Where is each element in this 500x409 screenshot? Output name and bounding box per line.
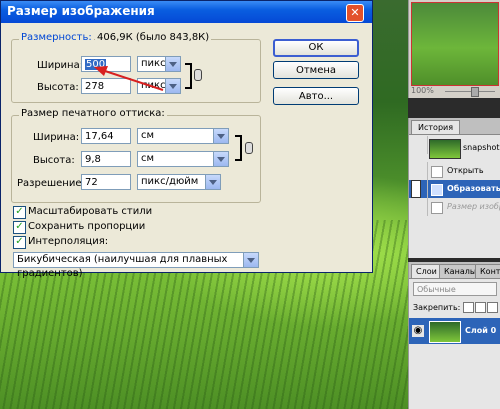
snapshot-thumbnail (429, 139, 461, 159)
layers-panel: Слои Каналы Конт Обычные Закрепить: ◉ Сл… (408, 262, 500, 409)
layer-name: Слой 0 (465, 326, 497, 335)
lock-position-icon[interactable] (487, 302, 498, 313)
resolution-unit-select[interactable]: пикс/дюйм (137, 174, 221, 190)
pixel-dimensions-group (11, 39, 261, 103)
width-label: Ширина: (37, 60, 84, 71)
doc-height-unit: см (141, 153, 155, 164)
history-item-label: Образовать (447, 184, 500, 193)
history-snapshot[interactable]: snapshot2011 (409, 136, 500, 160)
cancel-button[interactable]: Отмена (273, 61, 359, 79)
snapshot-label: snapshot2011 (463, 143, 500, 152)
navigator-thumbnail[interactable] (411, 2, 499, 86)
doc-constrain-bracket (235, 135, 242, 161)
scale-styles-checkbox[interactable]: ✓ (13, 206, 26, 219)
ok-button[interactable]: ОК (273, 39, 359, 57)
resolution-label: Разрешение: (17, 178, 85, 189)
history-tabs: История (409, 118, 500, 135)
tab-paths[interactable]: Конт (475, 264, 500, 278)
width-field[interactable]: 500 (81, 56, 131, 72)
layers-tabs: Слои Каналы Конт (409, 262, 500, 279)
resample-method-select[interactable]: Бикубическая (наилучшая для плавных град… (13, 252, 259, 279)
history-item-label: Размер изображ (447, 202, 500, 211)
link-icon (194, 69, 202, 81)
history-item-label: Открыть (447, 166, 484, 175)
close-icon[interactable]: ✕ (346, 4, 364, 22)
history-source-column[interactable] (409, 136, 428, 154)
doc-height-unit-select[interactable]: см (137, 151, 229, 167)
width-unit-select[interactable]: пикс. (137, 56, 181, 72)
constrain-proportions-checkbox[interactable]: ✓ (13, 221, 26, 234)
history-item-crop[interactable]: Образовать (409, 180, 500, 198)
navigator-panel: 100% (408, 0, 500, 98)
zoom-slider-track[interactable] (445, 91, 495, 92)
document-icon (431, 166, 443, 178)
tab-layers[interactable]: Слои (411, 264, 442, 278)
layer-thumbnail (429, 321, 461, 343)
history-source-column[interactable] (409, 198, 428, 216)
chevron-down-icon[interactable] (205, 175, 220, 189)
history-item-open[interactable]: Открыть (409, 162, 500, 180)
resolution-value: 72 (85, 177, 98, 188)
chevron-down-icon[interactable] (213, 129, 228, 143)
document-icon (431, 202, 443, 214)
document-size-legend: Размер печатного оттиска: (19, 108, 167, 119)
height-field[interactable]: 278 (81, 78, 131, 94)
history-state-slider[interactable] (411, 180, 421, 198)
doc-width-label: Ширина: (33, 132, 80, 143)
chevron-down-icon[interactable] (213, 152, 228, 166)
pixel-dims-label: Размерность: (19, 32, 94, 43)
zoom-slider-handle[interactable] (471, 87, 479, 97)
link-icon (245, 142, 253, 154)
navigator-zoom: 100% (411, 86, 497, 97)
resample-label: Интерполяция: (28, 236, 109, 247)
history-source-column[interactable] (409, 162, 428, 180)
auto-button[interactable]: Авто... (273, 87, 359, 105)
layer-row[interactable]: ◉ Слой 0 (409, 318, 500, 344)
height-value: 278 (85, 81, 105, 92)
document-icon (431, 184, 443, 196)
height-unit-select[interactable]: пикс. (137, 78, 181, 94)
lock-pixels-icon[interactable] (475, 302, 486, 313)
resolution-unit: пикс/дюйм (141, 176, 199, 187)
history-item-image-size[interactable]: Размер изображ (409, 198, 500, 216)
width-value: 500 (85, 59, 107, 70)
doc-width-field[interactable]: 17,64 (81, 128, 131, 144)
resample-checkbox[interactable]: ✓ (13, 236, 26, 249)
doc-height-value: 9,8 (85, 154, 101, 165)
scale-styles-label: Масштабировать стили (28, 206, 153, 217)
constrain-proportions-label: Сохранить пропорции (28, 221, 146, 232)
chevron-down-icon[interactable] (165, 57, 180, 71)
pixel-dims-value: 406,9К (было 843,8К) (95, 32, 212, 43)
zoom-value[interactable]: 100% (411, 86, 434, 95)
blend-mode-select[interactable]: Обычные (413, 282, 497, 296)
eye-icon[interactable]: ◉ (412, 325, 424, 337)
doc-height-label: Высота: (33, 155, 75, 166)
doc-width-unit-select[interactable]: см (137, 128, 229, 144)
height-label: Высота: (37, 82, 79, 93)
dialog-titlebar[interactable]: Размер изображения ✕ (1, 1, 372, 23)
chevron-down-icon[interactable] (165, 79, 180, 93)
doc-width-value: 17,64 (85, 131, 114, 142)
doc-width-unit: см (141, 130, 155, 141)
tab-history[interactable]: История (411, 120, 461, 134)
dialog-title: Размер изображения (7, 4, 155, 18)
image-size-dialog: Размер изображения ✕ Размерность: 406,9К… (0, 0, 373, 279)
lock-label: Закрепить: (413, 303, 461, 312)
doc-height-field[interactable]: 9,8 (81, 151, 131, 167)
chevron-down-icon[interactable] (243, 253, 258, 267)
resolution-field[interactable]: 72 (81, 174, 131, 190)
history-panel: История snapshot2011 Открыть Образовать … (408, 118, 500, 258)
constrain-bracket (185, 63, 192, 89)
lock-transparency-icon[interactable] (463, 302, 474, 313)
